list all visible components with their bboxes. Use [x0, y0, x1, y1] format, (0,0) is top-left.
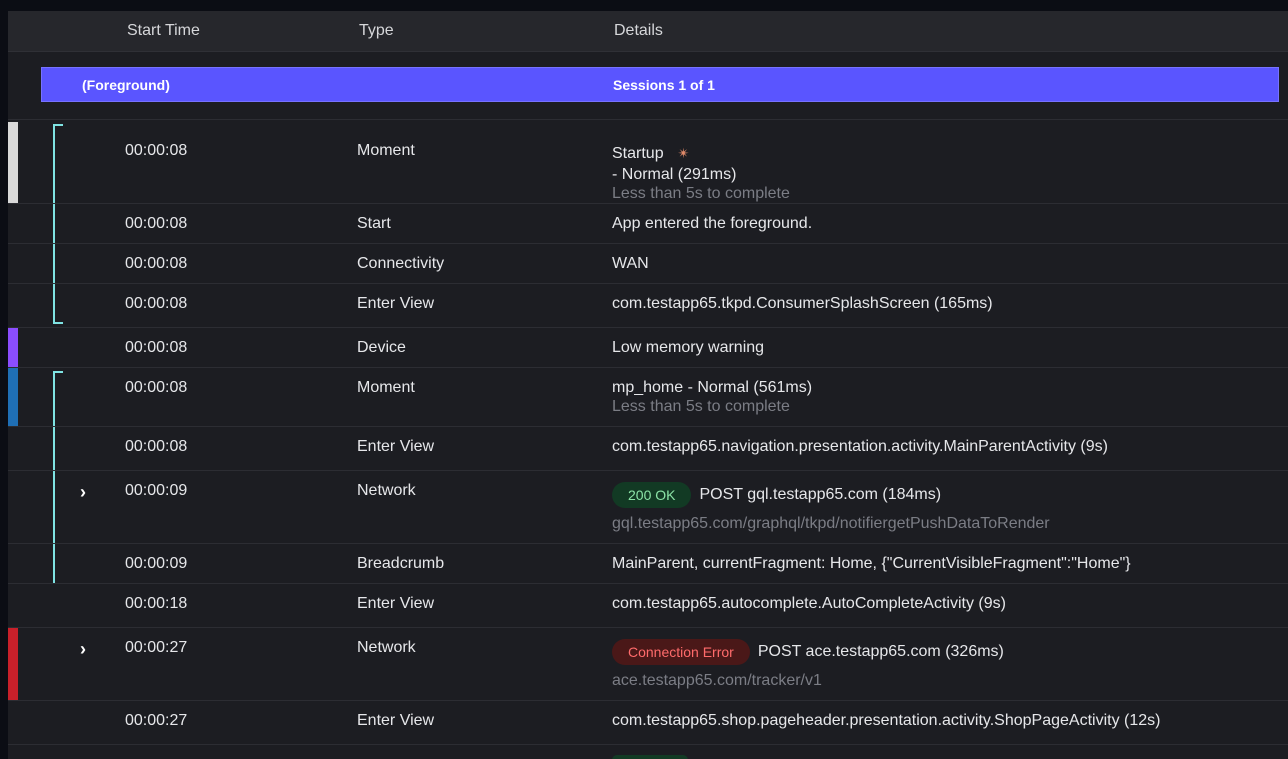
row-detail: com.testapp65.shop.pageheader.presentati… [612, 712, 1161, 729]
table-row[interactable]: 00:00:09 Breadcrumb MainParent, currentF… [8, 544, 1288, 584]
row-detail: App entered the foreground. [612, 215, 813, 232]
table-row[interactable]: 00:00:08 Connectivity WAN [8, 244, 1288, 284]
row-time: 00:00:08 [125, 339, 188, 356]
row-type: Enter View [357, 712, 435, 729]
row-type: Enter View [357, 595, 435, 612]
chevron-right-icon[interactable]: › [80, 482, 86, 503]
chevron-right-icon[interactable]: › [80, 639, 86, 660]
row-time: 00:00:09 [125, 482, 188, 499]
row-time: 00:00:08 [125, 438, 188, 455]
row-subtext: ace.testapp65.com/tracker/v1 [612, 672, 822, 689]
table-row[interactable]: 00:00:08 Enter View com.testapp65.naviga… [8, 427, 1288, 471]
row-type: Moment [357, 379, 415, 396]
row-time: 00:00:08 [125, 255, 188, 272]
row-subtext: gql.testapp65.com/graphql/tkpd/notifierg… [612, 515, 1050, 532]
table-row-partial[interactable] [8, 745, 1288, 759]
session-timeline-panel: Start Time Type Details (Foreground) Ses… [8, 11, 1288, 759]
row-detail: Low memory warning [612, 339, 765, 356]
table-row[interactable]: 00:00:08 Moment mp_home - Normal (561ms)… [8, 368, 1288, 427]
row-type: Network [357, 482, 416, 499]
row-time: 00:00:08 [125, 215, 188, 232]
table-row[interactable]: 00:00:08 Device Low memory warning [8, 328, 1288, 368]
table-header: Start Time Type Details [8, 11, 1288, 52]
row-detail: mp_home - Normal (561ms) [612, 379, 813, 396]
row-detail-secondary: - Normal (291ms) [612, 166, 737, 183]
row-marker-error [8, 628, 18, 700]
column-header-type[interactable]: Type [359, 22, 394, 40]
row-type: Network [357, 639, 416, 656]
table-row[interactable]: 00:00:18 Enter View com.testapp65.autoco… [8, 584, 1288, 628]
row-detail: com.testapp65.navigation.presentation.ac… [612, 438, 1108, 455]
row-time: 00:00:18 [125, 595, 188, 612]
session-count-label: Sessions 1 of 1 [613, 77, 715, 93]
row-detail: com.testapp65.autocomplete.AutoCompleteA… [612, 595, 1006, 612]
column-header-start-time[interactable]: Start Time [127, 22, 200, 40]
row-detail: MainParent, currentFragment: Home, {"Cur… [612, 555, 1131, 572]
row-type: Device [357, 339, 406, 356]
status-badge-partial [612, 755, 688, 759]
row-type: Connectivity [357, 255, 445, 272]
row-type: Enter View [357, 295, 435, 312]
table-row[interactable]: 00:00:27 Enter View com.testapp65.shop.p… [8, 701, 1288, 745]
row-time: 00:00:27 [125, 712, 188, 729]
table-row[interactable]: 00:00:08 Enter View com.testapp65.tkpd.C… [8, 284, 1288, 328]
startup-sparkle-icon: ✴ [677, 145, 690, 161]
row-time: 00:00:08 [125, 295, 188, 312]
row-time: 00:00:08 [125, 142, 188, 159]
row-type: Breadcrumb [357, 555, 445, 572]
row-subtext: Less than 5s to complete [612, 185, 790, 202]
row-type: Enter View [357, 438, 435, 455]
row-time: 00:00:09 [125, 555, 188, 572]
row-detail: POST gql.testapp65.com (184ms) [699, 486, 942, 504]
row-detail: POST ace.testapp65.com (326ms) [757, 643, 1004, 661]
row-detail: WAN [612, 255, 649, 272]
table-row[interactable]: › 00:00:09 Network 200 OK POST gql.testap… [8, 471, 1288, 544]
table-row[interactable]: › 00:00:27 Network Connection Error POST … [8, 628, 1288, 701]
row-detail: Startup [612, 145, 664, 162]
table-row[interactable]: 00:00:08 Start App entered the foregroun… [8, 204, 1288, 244]
row-type: Start [357, 215, 391, 232]
session-state-label: (Foreground) [82, 77, 170, 93]
table-row[interactable]: 00:00:08 Moment Startup ✴ - Normal (291ms… [8, 121, 1288, 204]
row-marker-startup [8, 122, 18, 203]
column-header-details[interactable]: Details [614, 22, 663, 40]
row-type: Moment [357, 142, 415, 159]
divider [8, 119, 1288, 120]
row-marker-moment [8, 368, 18, 426]
row-time: 00:00:08 [125, 379, 188, 396]
row-time: 00:00:27 [125, 639, 188, 656]
session-banner[interactable]: (Foreground) Sessions 1 of 1 [41, 67, 1279, 102]
row-detail: com.testapp65.tkpd.ConsumerSplashScreen … [612, 295, 993, 312]
status-badge-error: Connection Error [612, 639, 750, 665]
row-marker-device [8, 328, 18, 367]
status-badge-ok: 200 OK [612, 482, 692, 508]
row-subtext: Less than 5s to complete [612, 398, 790, 415]
